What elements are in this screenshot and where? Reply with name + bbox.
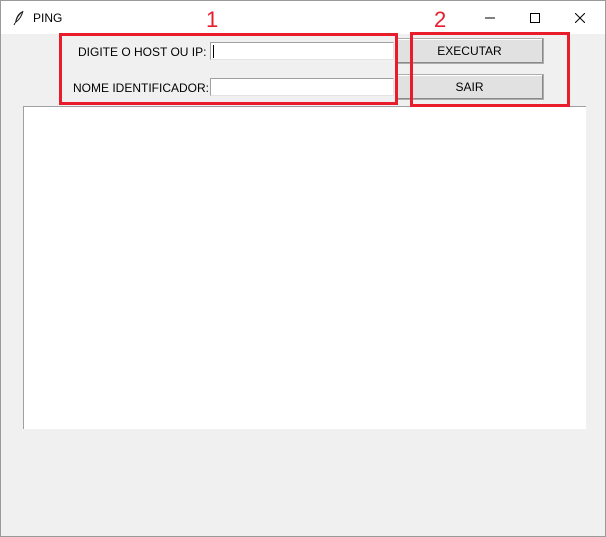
- annotation-box-1: [59, 33, 398, 105]
- annotation-number-1: 1: [206, 7, 219, 32]
- minimize-icon: [485, 17, 495, 18]
- maximize-icon: [530, 12, 540, 23]
- window-title: PING: [33, 11, 63, 25]
- annotation-number-2: 2: [434, 7, 447, 32]
- annotation-box-2: [410, 32, 570, 107]
- minimize-button[interactable]: [467, 1, 513, 34]
- title-bar[interactable]: PING: [1, 1, 605, 34]
- maximize-button[interactable]: [512, 1, 558, 34]
- output-text-area[interactable]: [23, 106, 586, 429]
- close-icon: [575, 12, 585, 23]
- feather-icon: [13, 10, 25, 26]
- app-window: PING DIGITE O HOST OU IP: NOME IDENTIFIC…: [0, 0, 606, 537]
- close-button[interactable]: [557, 1, 603, 34]
